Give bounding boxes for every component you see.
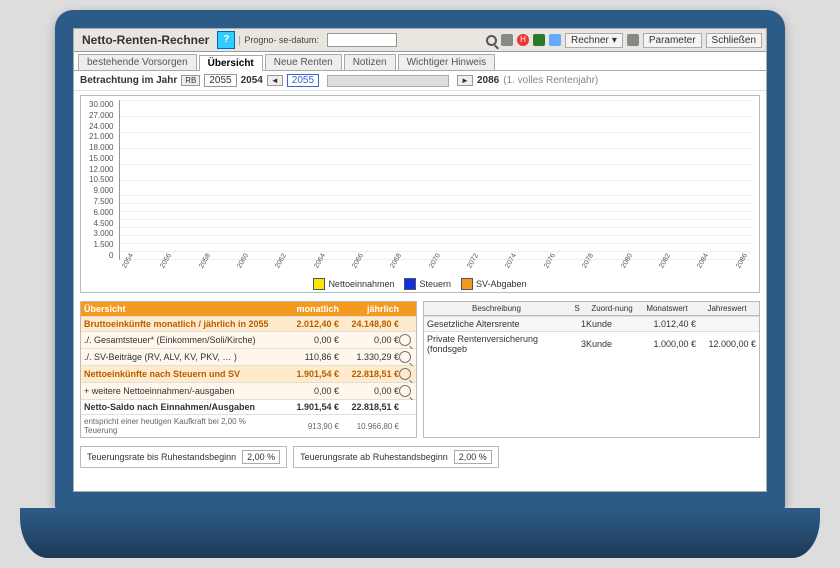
tabbar: bestehende Vorsorgen Übersicht Neue Rent… (74, 52, 766, 71)
tab-vorsorgen[interactable]: bestehende Vorsorgen (78, 54, 197, 70)
parameter-button[interactable]: Parameter (643, 33, 702, 48)
help-icon[interactable]: ? (217, 31, 235, 49)
detail-icon[interactable] (399, 334, 411, 346)
tab-uebersicht[interactable]: Übersicht (199, 55, 263, 71)
detail-icon[interactable] (399, 368, 411, 380)
close-button[interactable]: Schließen (706, 33, 762, 48)
search-icon[interactable] (486, 35, 497, 46)
detail-icon[interactable] (399, 385, 411, 397)
rates-bar: Teuerungsrate bis Ruhestandsbeginn2,00 %… (74, 442, 766, 474)
detail-icon[interactable] (399, 351, 411, 363)
ok-icon[interactable] (533, 34, 545, 46)
rate-pre: Teuerungsrate bis Ruhestandsbeginn2,00 % (80, 446, 287, 468)
year-selector: Betrachtung im Jahr RB 2055 2054 ◄ 2055 … (74, 71, 766, 91)
tab-neue-renten[interactable]: Neue Renten (265, 54, 342, 70)
source-row[interactable]: Gesetzliche Altersrente1Kunde1.012,40 € (424, 316, 759, 331)
year-slider[interactable] (327, 75, 449, 87)
row-steuer: ./. Gesamtsteuer* (Einkommen/Soli/Kirche… (81, 331, 416, 348)
prognose-label: Progno- se-datum: (239, 36, 323, 45)
row-netto: Nettoeinkünfte nach Steuern und SV1.901,… (81, 365, 416, 382)
year-rb-value: 2055 (204, 74, 236, 87)
row-sv: ./. SV-Beiträge (RV, ALV, KV, PKV, … )11… (81, 348, 416, 365)
year-prev-button[interactable]: ◄ (267, 75, 283, 86)
legend-sv: SV-Abgaben (461, 278, 527, 290)
summary-table: Übersichtmonatlichjährlich Bruttoeinkünf… (80, 301, 417, 438)
rechner-button[interactable]: Rechner ▾ (565, 33, 623, 48)
year-right: 2086 (477, 75, 499, 86)
chart-legend: Nettoeinnahmen Steuern SV-Abgaben (89, 276, 751, 290)
year-label: Betrachtung im Jahr (80, 75, 177, 86)
year-note: (1. volles Rentenjahr) (503, 75, 598, 86)
rb-button[interactable]: RB (181, 75, 200, 86)
year-selected[interactable]: 2055 (287, 74, 319, 87)
chart-panel: 30.00027.00024.00021.00018.00015.00012.0… (80, 95, 760, 293)
zoom-icon[interactable] (501, 34, 513, 46)
year-left: 2054 (241, 75, 263, 86)
laptop-frame: Netto-Renten-Rechner ? Progno- se-datum:… (55, 10, 785, 510)
legend-steuer: Steuern (404, 278, 451, 290)
toolbar: Netto-Renten-Rechner ? Progno- se-datum:… (74, 29, 766, 52)
row-weitere: + weitere Nettoeinnahmen/-ausgaben0,00 €… (81, 382, 416, 399)
row-kaufkraft: entspricht einer heutigen Kaufkraft bei … (81, 414, 416, 437)
laptop-base (20, 508, 820, 558)
chart-bars: 2054205620582060206220642066206820702072… (119, 100, 751, 260)
print-icon[interactable] (549, 34, 561, 46)
rate-post-input[interactable]: 2,00 % (454, 450, 492, 464)
prognose-date-input[interactable] (327, 33, 397, 47)
year-next-button[interactable]: ► (457, 75, 473, 86)
source-row[interactable]: Private Rentenversicherung (fondsgeb3Kun… (424, 331, 759, 356)
chart-yaxis: 30.00027.00024.00021.00018.00015.00012.0… (89, 100, 115, 260)
app-title: Netto-Renten-Rechner (78, 31, 213, 49)
row-brutto: Bruttoeinkünfte monatlich / jährlich in … (81, 316, 416, 331)
row-saldo: Netto-Saldo nach Einnahmen/Ausgaben1.901… (81, 399, 416, 414)
rate-post: Teuerungsrate ab Ruhestandsbeginn2,00 % (293, 446, 499, 468)
tab-hinweis[interactable]: Wichtiger Hinweis (398, 54, 495, 70)
parameter-icon (627, 34, 639, 46)
legend-netto: Nettoeinnahmen (313, 278, 394, 290)
app-window: Netto-Renten-Rechner ? Progno- se-datum:… (73, 28, 767, 492)
sources-table: BeschreibungSZuord-nungMonatswertJahresw… (423, 301, 760, 438)
help-badge-icon[interactable]: H (517, 34, 529, 46)
rate-pre-input[interactable]: 2,00 % (242, 450, 280, 464)
tab-notizen[interactable]: Notizen (344, 54, 396, 70)
